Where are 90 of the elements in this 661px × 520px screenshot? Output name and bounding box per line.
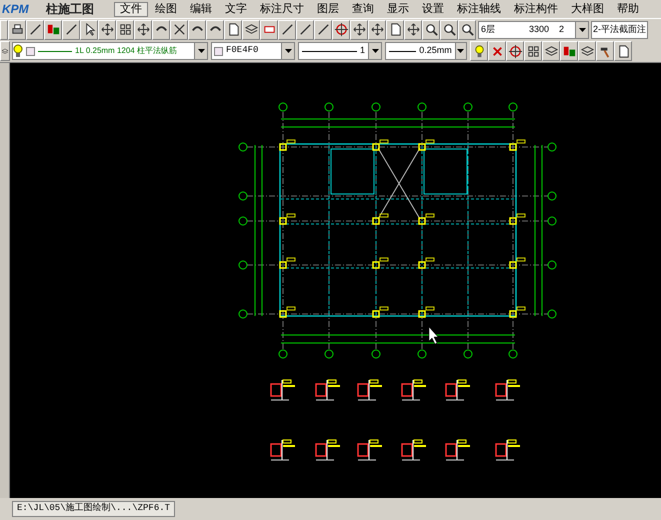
zoom-button[interactable] xyxy=(422,20,440,40)
page-button[interactable] xyxy=(614,41,632,61)
file-path: E:\JL\05\施工图绘制\...\ZPF6.T xyxy=(12,501,176,517)
zoom-button[interactable] xyxy=(440,20,458,40)
menu-item[interactable]: 设置 xyxy=(416,2,450,16)
layer-name: 1L 0.25mm 1204 柱平法纵筋 xyxy=(75,45,177,57)
move-button[interactable] xyxy=(350,20,368,40)
floor-select[interactable]: 6层 3300 2 xyxy=(478,20,589,38)
view-select[interactable]: 2-平法截面注 xyxy=(591,20,648,38)
column-section-drawing xyxy=(401,440,426,460)
menu-item[interactable]: 绘图 xyxy=(149,2,183,16)
line-sample xyxy=(389,50,416,52)
zoom-icon xyxy=(460,22,474,37)
grid-icon xyxy=(118,22,132,37)
menu-item[interactable]: 文字 xyxy=(219,2,253,16)
column-section-drawing xyxy=(357,440,382,460)
color-swatch xyxy=(26,46,35,56)
menu-item[interactable]: 标注轴线 xyxy=(451,2,507,16)
column-section-drawing xyxy=(315,440,340,460)
move-button[interactable] xyxy=(98,20,116,40)
line-button[interactable] xyxy=(26,20,44,40)
crosshair-button[interactable] xyxy=(332,20,350,40)
column-section-drawing xyxy=(270,440,295,460)
line-icon xyxy=(64,22,78,37)
app-logo: KPM xyxy=(1,1,30,18)
color-select[interactable]: F0E4F0 xyxy=(211,42,295,60)
lineweight-select[interactable]: 0.25mm xyxy=(385,42,467,60)
cursor-icon xyxy=(428,326,438,344)
column-section-drawing xyxy=(495,440,520,460)
layers-icon xyxy=(580,44,594,58)
column-section-drawing xyxy=(445,440,470,460)
menu-item[interactable]: 图层 xyxy=(311,2,345,16)
move-button[interactable] xyxy=(404,20,422,40)
column-section-drawing xyxy=(495,380,520,400)
column-section-drawing xyxy=(401,380,426,400)
move-icon xyxy=(370,22,384,37)
menu-item[interactable]: 文件 xyxy=(114,2,148,16)
line-icon xyxy=(298,22,312,37)
pointer-button[interactable] xyxy=(80,20,98,40)
move-button[interactable] xyxy=(368,20,386,40)
cut-button[interactable] xyxy=(170,20,188,40)
line-button[interactable] xyxy=(62,20,80,40)
layers-button[interactable] xyxy=(0,41,10,61)
app-title: 柱施工图 xyxy=(44,1,95,18)
move-button[interactable] xyxy=(134,20,152,40)
zoom-icon xyxy=(442,22,456,37)
layer-select[interactable]: 1L 0.25mm 1204 柱平法纵筋 xyxy=(12,42,208,60)
line-button[interactable] xyxy=(278,20,296,40)
menu-item[interactable]: 帮助 xyxy=(611,2,645,16)
bulb-button[interactable] xyxy=(470,41,488,61)
zoom-button[interactable] xyxy=(458,20,476,40)
menu-item[interactable]: 显示 xyxy=(381,2,415,16)
column-section-drawing xyxy=(445,380,470,400)
line-button[interactable] xyxy=(314,20,332,40)
line-icon xyxy=(280,22,294,37)
crosshair-icon xyxy=(508,44,522,58)
line-button[interactable] xyxy=(296,20,314,40)
crosshair-button[interactable] xyxy=(506,41,524,61)
grid-icon xyxy=(526,44,540,58)
move-icon xyxy=(100,22,114,37)
layers-button[interactable] xyxy=(578,41,596,61)
layers-button[interactable] xyxy=(542,41,560,61)
crosshair-icon xyxy=(334,22,348,37)
grid-button[interactable] xyxy=(524,41,542,61)
move-icon xyxy=(406,22,420,37)
menu-item[interactable]: 标注构件 xyxy=(508,2,564,16)
menu-item[interactable]: 标注尺寸 xyxy=(254,2,310,16)
page-button[interactable] xyxy=(224,20,242,40)
column-section-drawing xyxy=(357,380,382,400)
line-sample xyxy=(38,50,72,52)
page-button[interactable] xyxy=(386,20,404,40)
menu-item[interactable]: 查询 xyxy=(346,2,380,16)
line-sample xyxy=(302,50,357,52)
cut-icon xyxy=(172,22,186,37)
column-section-drawing xyxy=(270,380,295,400)
line-icon xyxy=(316,22,330,37)
column-section-drawing xyxy=(315,380,340,400)
grid-button[interactable] xyxy=(116,20,134,40)
layers-icon xyxy=(544,44,558,58)
delete-button[interactable] xyxy=(488,41,506,61)
menu-item[interactable]: 编辑 xyxy=(184,2,218,16)
move-icon xyxy=(136,22,150,37)
hammer-button[interactable] xyxy=(596,41,614,61)
linetype-select[interactable]: 1 xyxy=(298,42,382,60)
rectangle-button[interactable] xyxy=(260,20,278,40)
line-icon xyxy=(28,22,42,37)
menu-item[interactable]: 大样图 xyxy=(565,2,610,16)
move-icon xyxy=(352,22,366,37)
zoom-icon xyxy=(424,22,438,37)
layers-button[interactable] xyxy=(242,20,260,40)
